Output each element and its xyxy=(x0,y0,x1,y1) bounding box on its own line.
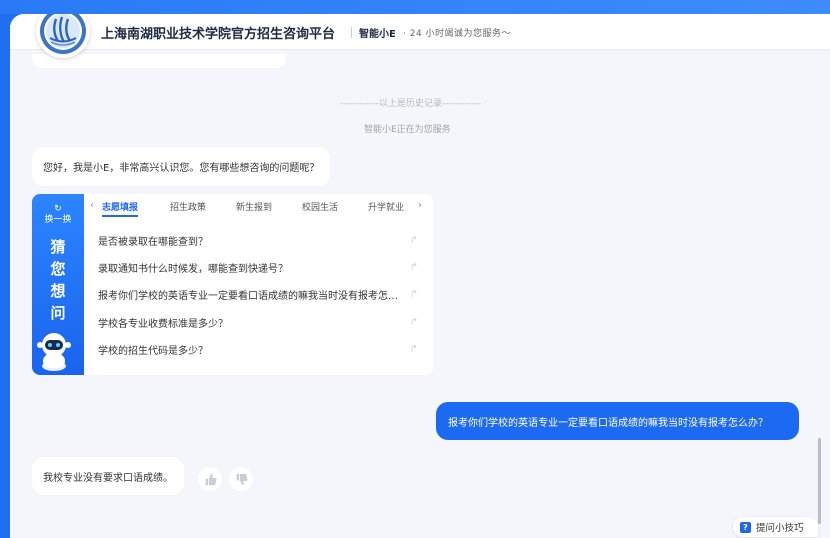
assistant-status: 智能小E正在为您服务 xyxy=(364,125,451,135)
guess-title-char: 猜 xyxy=(50,238,66,256)
chevron-right-icon[interactable]: › xyxy=(418,200,422,211)
question-text: 录取通知书什么时候发，哪能查到快递号？ xyxy=(98,263,288,275)
tips-label: 提问小技巧 xyxy=(756,523,804,534)
question-text: 是否被录取在哪能查到？ xyxy=(98,236,208,248)
tab-zhiyuan[interactable]: 志愿填报 xyxy=(102,200,138,213)
reply-arrow-icon: ↱ xyxy=(409,288,418,300)
suggested-question[interactable]: 学校各专业收费标准是多少？ ↱ xyxy=(98,312,418,332)
question-text: 报考你们学校的英语专业一定要看口语成绩的嘛我当时没有报考怎么办？ xyxy=(98,290,398,302)
guess-sidebar: ↻ 换一换 猜 您 想 问 xyxy=(32,194,84,375)
greeting-message: 您好，我是小E，非常高兴认识您。您有哪些想咨询的问题呢？ xyxy=(32,147,331,186)
guess-title-char: 您 xyxy=(50,260,66,278)
reply-arrow-icon: ↱ xyxy=(409,316,418,328)
assistant-name: 智能小E xyxy=(359,29,396,40)
chat-scrollbar[interactable] xyxy=(818,438,821,524)
suggested-question[interactable]: 学校的招生代码是多少？ ↱ xyxy=(98,339,418,359)
tab-zhaosheng[interactable]: 招生政策 xyxy=(170,200,206,213)
reply-arrow-icon: ↱ xyxy=(409,261,418,273)
help-icon: ? xyxy=(740,521,751,533)
tab-xinsheng[interactable]: 新生报到 xyxy=(236,200,272,213)
guess-title: 猜 您 想 问 xyxy=(32,236,84,324)
chevron-left-icon[interactable]: ‹ xyxy=(90,200,94,211)
swap-button[interactable]: ↻ 换一换 xyxy=(32,204,84,226)
robot-mascot-icon xyxy=(37,333,71,371)
reply-arrow-icon: ↱ xyxy=(409,343,418,355)
answer-message: 我校专业没有要求口语成绩。 xyxy=(32,457,184,495)
refresh-icon: ↻ xyxy=(54,204,62,214)
assistant-slogan: · 24 小时竭诚为您服务～ xyxy=(403,29,512,39)
dislike-button[interactable] xyxy=(229,467,253,491)
suggested-question[interactable]: 是否被录取在哪能查到？ ↱ xyxy=(98,230,418,250)
active-tab-indicator xyxy=(102,215,138,217)
suggested-questions-card: ↻ 换一换 猜 您 想 问 ‹ 志愿填报 招生政策 新生报到 校园生活 升学就业… xyxy=(32,194,433,375)
top-accent-strip xyxy=(0,0,830,14)
header-bar: 上海南湖职业技术学院官方招生咨询平台 智能小E · 24 小时竭诚为您服务～ xyxy=(10,14,830,50)
tab-shengxue[interactable]: 升学就业 xyxy=(368,200,404,213)
thumbs-down-icon xyxy=(236,473,248,485)
swap-label: 换一换 xyxy=(44,215,72,225)
question-category-tabs: ‹ 志愿填报 招生政策 新生报到 校园生活 升学就业 › xyxy=(84,194,433,219)
page-title: 上海南湖职业技术学院官方招生咨询平台 xyxy=(101,27,336,42)
guess-title-char: 问 xyxy=(50,304,66,322)
user-message: 报考你们学校的英语专业一定要看口语成绩的嘛我当时没有报考怎么办？ xyxy=(436,402,799,440)
header-divider xyxy=(351,27,352,38)
question-text: 学校的招生代码是多少？ xyxy=(98,345,208,357)
guess-title-char: 想 xyxy=(50,282,66,300)
tab-xiaoyuan[interactable]: 校园生活 xyxy=(302,200,338,213)
school-seal-icon xyxy=(40,14,86,54)
like-button[interactable] xyxy=(198,467,222,491)
thumbs-up-icon xyxy=(205,473,217,485)
suggested-question[interactable]: 报考你们学校的英语专业一定要看口语成绩的嘛我当时没有报考怎么办？ ↱ xyxy=(98,284,418,304)
question-tips-button[interactable]: ? 提问小技巧 xyxy=(733,517,818,537)
chat-panel: 上海南湖职业技术学院官方招生咨询平台 智能小E · 24 小时竭诚为您服务～ -… xyxy=(10,14,830,538)
school-logo xyxy=(36,14,90,58)
history-separator: ------------以上是历史记录------------ xyxy=(340,99,481,109)
suggested-question[interactable]: 录取通知书什么时候发，哪能查到快递号？ ↱ xyxy=(98,257,418,277)
question-text: 学校各专业收费标准是多少？ xyxy=(98,318,228,330)
reply-arrow-icon: ↱ xyxy=(409,234,418,246)
